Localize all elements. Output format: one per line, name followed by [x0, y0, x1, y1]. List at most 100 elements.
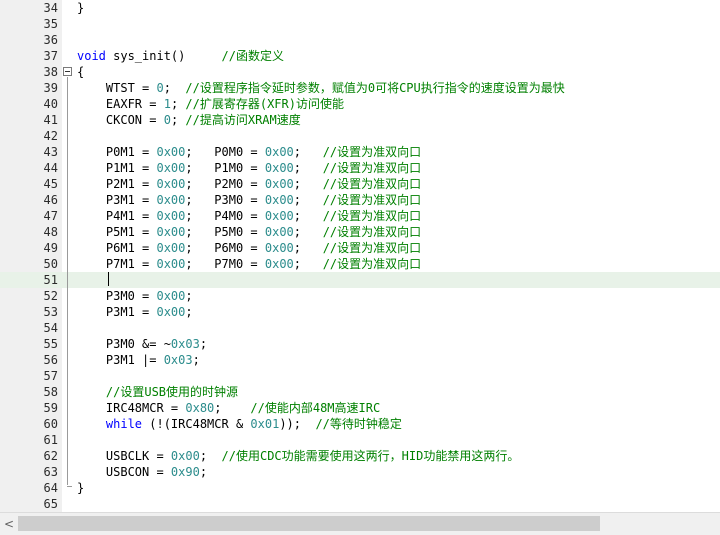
line-number: 48 [43, 225, 58, 239]
code-line[interactable]: 49 P6M1 = 0x00; P6M0 = 0x00; //设置为准双向口 [0, 240, 720, 256]
chevron-left-icon[interactable]: < [2, 516, 16, 532]
code-line[interactable]: 48 P5M1 = 0x00; P5M0 = 0x00; //设置为准双向口 [0, 224, 720, 240]
number-token: 0x00 [170, 449, 200, 463]
code-token: ; P5M0 = [185, 225, 265, 239]
code-line[interactable]: 43 P0M1 = 0x00; P0M0 = 0x00; //设置为准双向口 [0, 144, 720, 160]
code-line[interactable]: 54 [0, 320, 720, 336]
code-line[interactable]: 45 P2M1 = 0x00; P2M0 = 0x00; //设置为准双向口 [0, 176, 720, 192]
code-token: ; P1M0 = [185, 161, 265, 175]
code-token: ; P7M0 = [185, 257, 265, 271]
code-line[interactable]: 59 IRC48MCR = 0x80; //使能内部48M高速IRC [0, 400, 720, 416]
number-token: 0 [163, 113, 171, 127]
code-text: WTST = 0; //设置程序指令延时参数，赋值为0可将CPU执行指令的速度设… [77, 80, 565, 96]
comment-token: //设置为准双向口 [322, 161, 422, 175]
code-token: ; [293, 209, 323, 223]
code-line[interactable]: 37 void sys_init() //函数定义 [0, 48, 720, 64]
code-token: ; [170, 97, 186, 111]
horizontal-scrollbar[interactable]: < [0, 512, 720, 535]
code-line[interactable]: 44 P1M1 = 0x00; P1M0 = 0x00; //设置为准双向口 [0, 160, 720, 176]
line-number: 40 [43, 97, 58, 111]
comment-token: //设置为准双向口 [322, 193, 422, 207]
code-line[interactable]: 34} [0, 0, 720, 16]
comment-token: //函数定义 [221, 49, 284, 63]
code-line[interactable]: 40 EAXFR = 1; //扩展寄存器(XFR)访问使能 [0, 96, 720, 112]
code-token: WTST = [77, 81, 157, 95]
code-token: P3M1 |= [77, 353, 164, 367]
code-token: ; [293, 161, 323, 175]
code-token: sys_init() [105, 49, 222, 63]
line-number: 39 [43, 81, 58, 95]
code-text: USBCLK = 0x00; //使用CDC功能需要使用这两行，HID功能禁用这… [77, 448, 519, 464]
code-line[interactable]: 53 P3M1 = 0x00; [0, 304, 720, 320]
code-line[interactable]: 57 [0, 368, 720, 384]
line-number: 35 [43, 17, 58, 31]
line-number: 47 [43, 209, 58, 223]
line-number: 36 [43, 33, 58, 47]
code-text: EAXFR = 1; //扩展寄存器(XFR)访问使能 [77, 96, 344, 112]
code-line[interactable]: 60 while (!(IRC48MCR & 0x01)); //等待时钟稳定 [0, 416, 720, 432]
number-token: 1 [163, 97, 171, 111]
code-line[interactable]: 58 //设置USB使用的时钟源 [0, 384, 720, 400]
code-line[interactable]: 65 [0, 496, 720, 512]
fold-guide-line [67, 77, 68, 485]
code-token: (!(IRC48MCR & [142, 417, 251, 431]
code-text: { [77, 64, 84, 80]
code-token: USBCON = [77, 465, 171, 479]
line-number: 65 [43, 497, 58, 511]
scrollbar-thumb[interactable] [18, 516, 600, 531]
comment-token: //设置为准双向口 [322, 209, 422, 223]
line-number: 55 [43, 337, 58, 351]
number-token: 0x03 [163, 353, 193, 367]
code-token: ; [199, 465, 208, 479]
number-token: 0x00 [264, 257, 294, 271]
line-number: 44 [43, 161, 58, 175]
code-token: P6M1 = [77, 241, 157, 255]
code-line[interactable]: 36 [0, 32, 720, 48]
line-number: 38 [43, 65, 58, 79]
code-line[interactable]: 41 CKCON = 0; //提高访问XRAM速度 [0, 112, 720, 128]
code-token: USBCLK = [77, 449, 171, 463]
code-token: ; [170, 113, 186, 127]
code-text: } [77, 0, 84, 16]
code-line[interactable]: 52 P3M0 = 0x00; [0, 288, 720, 304]
code-line[interactable]: 62 USBCLK = 0x00; //使用CDC功能需要使用这两行，HID功能… [0, 448, 720, 464]
code-token: ; P2M0 = [185, 177, 265, 191]
line-number: 45 [43, 177, 58, 191]
code-token: ; P0M0 = [185, 145, 265, 159]
code-token: ; [214, 401, 251, 415]
code-line[interactable]: 63 USBCON = 0x90; [0, 464, 720, 480]
code-text: while (!(IRC48MCR & 0x01)); //等待时钟稳定 [77, 416, 402, 432]
code-token: ; [293, 145, 323, 159]
code-token: )); [279, 417, 316, 431]
line-number: 58 [43, 385, 58, 399]
code-line[interactable]: 42 [0, 128, 720, 144]
comment-token: //扩展寄存器(XFR)访问使能 [185, 97, 344, 111]
code-line[interactable]: 64} [0, 480, 720, 496]
fold-collapse-icon[interactable] [63, 67, 72, 76]
code-token: P3M0 = [77, 289, 157, 303]
code-line[interactable]: 38 { [0, 64, 720, 80]
code-line[interactable]: 61 [0, 432, 720, 448]
code-token: ; [293, 225, 323, 239]
comment-token: //使能内部48M高速IRC [250, 401, 381, 415]
code-text: P3M0 &= ~0x03; [77, 336, 207, 352]
comment-token: //使用CDC功能需要使用这两行，HID功能禁用这两行。 [221, 449, 520, 463]
code-line[interactable]: 55 P3M0 &= ~0x03; [0, 336, 720, 352]
number-token: 0x00 [156, 193, 186, 207]
number-token: 0x80 [185, 401, 215, 415]
code-line[interactable]: 50 P7M1 = 0x00; P7M0 = 0x00; //设置为准双向口 [0, 256, 720, 272]
code-line[interactable]: 46 P3M1 = 0x00; P3M0 = 0x00; //设置为准双向口 [0, 192, 720, 208]
code-line[interactable]: 56 P3M1 |= 0x03; [0, 352, 720, 368]
code-token: ; [163, 81, 186, 95]
code-token: ; [293, 177, 323, 191]
line-number: 49 [43, 241, 58, 255]
code-line[interactable]: 47 P4M1 = 0x00; P4M0 = 0x00; //设置为准双向口 [0, 208, 720, 224]
number-token: 0x00 [264, 241, 294, 255]
code-line[interactable]: 35 [0, 16, 720, 32]
code-editor[interactable]: 34} 35 36 37 void sys_init() //函数定义 38 {39 WTS… [0, 0, 720, 512]
code-line[interactable]: 39 WTST = 0; //设置程序指令延时参数，赋值为0可将CPU执行指令的… [0, 80, 720, 96]
code-text: P3M1 = 0x00; P3M0 = 0x00; //设置为准双向口 [77, 192, 421, 208]
line-number: 37 [43, 49, 58, 63]
code-token: ; P3M0 = [185, 193, 265, 207]
